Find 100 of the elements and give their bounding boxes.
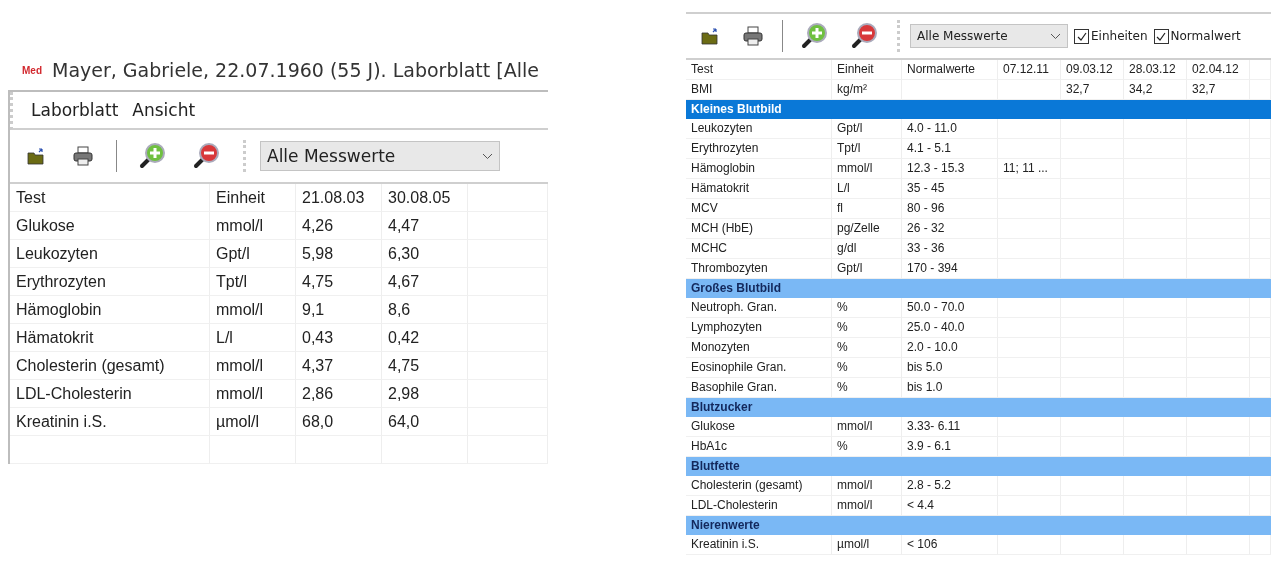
menu-item[interactable]: Laborblatt [31,98,119,122]
table-cell: L/l [210,324,296,352]
folder-icon [700,27,720,45]
table-cell: MCV [686,199,832,219]
table-cell: fl [832,199,902,219]
table-cell: Hämoglobin [10,296,210,324]
table-cell: Eosinophile Gran. [686,358,832,378]
table-cell: % [832,298,902,318]
zoom-out-icon [193,142,221,170]
table-cell: Kreatinin i.S. [10,408,210,436]
table-cell: Kreatinin i.S. [686,535,832,555]
table-cell: 2,86 [296,380,382,408]
checkmark-icon [1156,31,1167,41]
table-cell: 68,0 [296,408,382,436]
menu-item[interactable]: Ansicht [132,98,196,122]
table-cell: Lymphozyten [686,318,832,338]
zoom-in-icon [801,22,829,50]
table-cell: Hämoglobin [686,159,832,179]
table-cell: 80 - 96 [902,199,998,219]
column-header: Einheit [832,60,902,80]
table-cell: BMI [686,80,832,100]
table-cell: Leukozyten [10,240,210,268]
table-cell: 3.33- 6.11 [902,417,998,437]
column-header: 09.03.12 [1061,60,1124,80]
table-cell: 12.3 - 15.3 [902,159,998,179]
app-logo: Med [22,64,42,76]
table-cell: 0,42 [382,324,468,352]
zoom-in-icon [139,142,167,170]
column-header: Test [686,60,832,80]
table-cell: Gpt/l [832,259,902,279]
filter-dropdown[interactable]: Alle Messwerte [910,24,1068,48]
table-cell: 25.0 - 40.0 [902,318,998,338]
table-cell: 4,47 [382,212,468,240]
table-cell: mmol/l [832,417,902,437]
table-cell: bis 5.0 [902,358,998,378]
group-header-row[interactable]: Kleines Blutbild [686,100,1271,119]
group-header-row[interactable]: Blutzucker [686,398,1271,417]
table-cell: mmol/l [832,159,902,179]
table-cell: Erythrozyten [10,268,210,296]
table-cell: mmol/l [210,212,296,240]
table-cell: 33 - 36 [902,239,998,259]
table-cell: Glukose [686,417,832,437]
table-cell: Hämatokrit [10,324,210,352]
table-cell: < 106 [902,535,998,555]
table-cell: Glukose [10,212,210,240]
column-header: Einheit [210,184,296,212]
table-cell: Tpt/l [832,139,902,159]
table-cell: pg/Zelle [832,219,902,239]
table-cell: mmol/l [832,476,902,496]
column-header: 28.03.12 [1124,60,1187,80]
table-cell: 5,98 [296,240,382,268]
table-cell: 9,1 [296,296,382,324]
checkbox[interactable]: Einheiten [1074,28,1148,44]
table-cell: MCHC [686,239,832,259]
table-cell: µmol/l [832,535,902,555]
table-cell: < 4.4 [902,496,998,516]
table-cell: 6,30 [382,240,468,268]
filter-dropdown[interactable]: Alle Messwerte [260,141,500,171]
folder-icon [26,147,46,165]
table-cell: 11; 11 ... [998,159,1061,179]
table-cell: Gpt/l [210,240,296,268]
table-cell: Thrombozyten [686,259,832,279]
table-cell: 170 - 394 [902,259,998,279]
printer-icon [742,26,764,46]
table-cell: 4,26 [296,212,382,240]
column-header: Test [10,184,210,212]
table-cell: Cholesterin (gesamt) [686,476,832,496]
table-cell: LDL-Cholesterin [10,380,210,408]
table-cell: Tpt/l [210,268,296,296]
table-cell: 2.0 - 10.0 [902,338,998,358]
table-cell: Gpt/l [832,119,902,139]
table-cell: % [832,378,902,398]
table-cell: Monozyten [686,338,832,358]
checkbox[interactable]: Normalwert [1153,28,1241,44]
group-header-row[interactable]: Großes Blutbild [686,279,1271,298]
table-cell: Leukozyten [686,119,832,139]
table-cell: MCH (HbE) [686,219,832,239]
printer-icon [72,146,94,166]
column-header: Normalwerte [902,60,998,80]
table-cell: g/dl [832,239,902,259]
table-cell: 4.0 - 11.0 [902,119,998,139]
checkmark-icon [1076,31,1087,41]
table-cell: 35 - 45 [902,179,998,199]
table-cell: Basophile Gran. [686,378,832,398]
table-cell: mmol/l [210,352,296,380]
table-cell: 2.8 - 5.2 [902,476,998,496]
table-cell: 4,75 [296,268,382,296]
group-header-row[interactable]: Nierenwerte [686,516,1271,535]
table-cell: mmol/l [210,380,296,408]
table-cell: Erythrozyten [686,139,832,159]
table-cell: 34,2 [1124,80,1187,100]
column-header: 07.12.11 [998,60,1061,80]
group-header-row[interactable]: Blutfette [686,457,1271,476]
table-cell: 4,37 [296,352,382,380]
table-cell: kg/m² [832,80,902,100]
table-cell: µmol/l [210,408,296,436]
table-cell: 50.0 - 70.0 [902,298,998,318]
table-cell: 2,98 [382,380,468,408]
table-cell: 3.9 - 6.1 [902,437,998,457]
table-cell: % [832,338,902,358]
